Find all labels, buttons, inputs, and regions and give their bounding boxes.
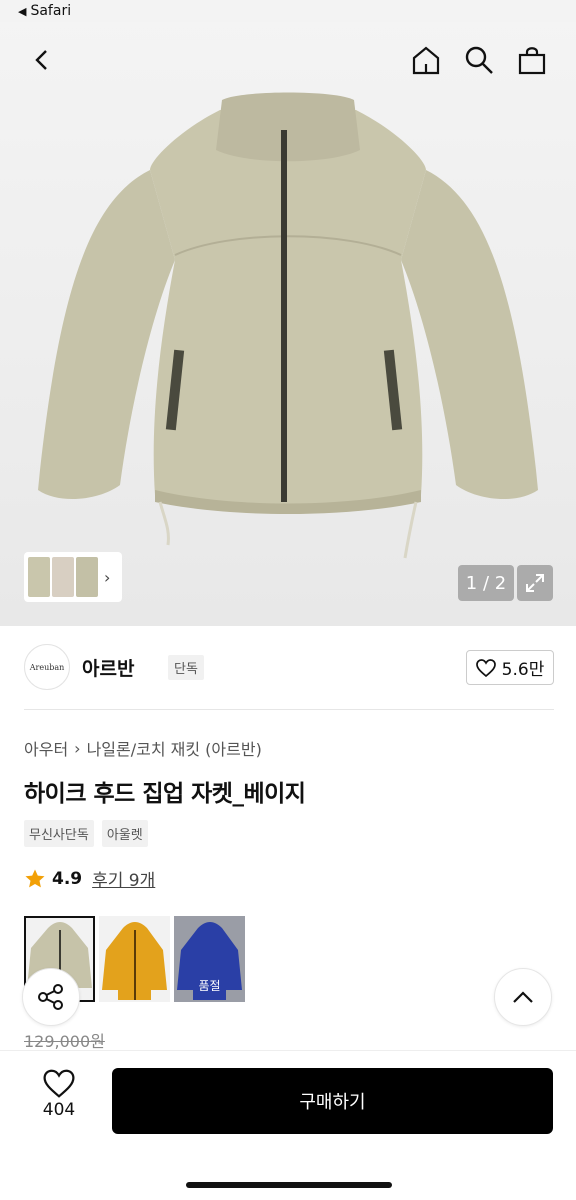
chevron-up-icon <box>513 991 533 1003</box>
rating-value: 4.9 <box>52 868 83 889</box>
heart-icon <box>475 658 496 677</box>
bottom-action-bar: 404 구매하기 <box>0 1050 576 1200</box>
brand-like-button[interactable]: 5.6만 <box>466 650 554 685</box>
chevron-right-icon: › <box>74 738 81 758</box>
breadcrumb: 아우터 › 나일론/코치 재킷 (아르반) <box>24 736 262 760</box>
heart-icon <box>43 1069 75 1098</box>
breadcrumb-item[interactable]: 아우터 <box>24 736 68 760</box>
tag: 무신사단독 <box>24 820 94 847</box>
back-icon[interactable] <box>22 40 62 80</box>
star-icon <box>25 869 45 887</box>
image-counter: 1 / 2 <box>458 565 514 601</box>
soldout-label: 품절 <box>198 979 221 993</box>
status-bar: ◀ Safari <box>0 0 576 22</box>
original-price: 129,000원 <box>24 1032 105 1051</box>
wishlist-button[interactable]: 404 <box>28 1069 90 1120</box>
wishlist-count: 404 <box>42 1100 76 1120</box>
product-image-gallery[interactable]: › 1 / 2 <box>0 0 576 626</box>
scroll-top-button[interactable] <box>494 968 552 1026</box>
home-icon[interactable] <box>406 40 446 80</box>
thumbnail-3[interactable] <box>76 557 98 597</box>
tag-list: 무신사단독 아울렛 <box>24 820 148 847</box>
bag-icon[interactable] <box>512 40 552 80</box>
exclusive-badge: 단독 <box>168 655 204 680</box>
search-icon[interactable] <box>459 40 499 80</box>
thumbnail-strip[interactable]: › <box>24 552 122 602</box>
rating-row: 4.9 후기 9개 <box>24 866 155 891</box>
product-image <box>38 92 538 559</box>
brand-logo[interactable]: Areuban <box>24 644 70 690</box>
thumbnail-2[interactable] <box>52 557 74 597</box>
chevron-right-icon[interactable]: › <box>104 568 110 587</box>
home-indicator <box>186 1182 392 1188</box>
breadcrumb-item[interactable]: 나일론/코치 재킷 (아르반) <box>87 736 262 760</box>
tag: 아울렛 <box>101 820 148 847</box>
review-link[interactable]: 후기 9개 <box>92 866 155 891</box>
top-nav <box>0 28 576 92</box>
divider <box>24 709 554 710</box>
thumbnail-1[interactable] <box>28 557 50 597</box>
back-triangle-icon[interactable]: ◀ <box>18 5 26 18</box>
brand-name[interactable]: 아르반 <box>82 654 134 681</box>
color-option-yellow[interactable] <box>99 916 170 1002</box>
color-option-blue[interactable]: 품절 <box>174 916 245 1002</box>
share-button[interactable] <box>22 968 80 1026</box>
product-title: 하이크 후드 집업 자켓_베이지 <box>24 781 306 807</box>
brand-like-count: 5.6만 <box>501 660 545 680</box>
back-app-label[interactable]: Safari <box>30 3 71 19</box>
buy-button[interactable]: 구매하기 <box>112 1068 553 1134</box>
expand-icon[interactable] <box>517 565 553 601</box>
share-icon <box>38 984 63 1010</box>
brand-row: Areuban 아르반 단독 5.6만 <box>24 644 554 690</box>
